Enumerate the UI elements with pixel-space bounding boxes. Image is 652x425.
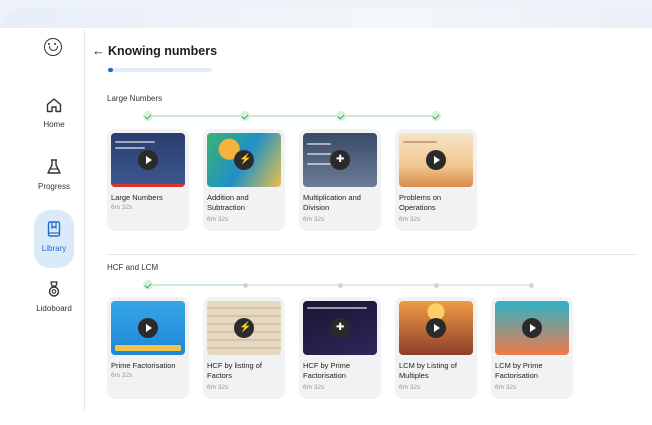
step-todo-dot	[243, 283, 248, 288]
step-done-icon	[143, 111, 153, 121]
play-icon[interactable]	[138, 150, 158, 170]
step-done-icon	[431, 111, 441, 121]
bolt-icon[interactable]	[234, 318, 254, 338]
medal-icon	[48, 281, 60, 297]
lesson-title: Multiplication and Division	[303, 193, 361, 212]
section-title: HCF and LCM	[107, 263, 159, 272]
smiley-icon[interactable]	[44, 38, 62, 56]
lesson-title: Problems on Operations	[399, 193, 442, 212]
lesson-card[interactable]: HCF by listing of Factors 6m 32s	[203, 297, 285, 399]
lesson-title: LCM by Listing of Multiples	[399, 361, 457, 380]
thumb-decoration	[115, 147, 145, 149]
lesson-thumbnail	[111, 301, 185, 355]
thumb-decoration	[307, 163, 331, 165]
step-done-icon	[336, 111, 346, 121]
play-icon[interactable]	[138, 318, 158, 338]
thumb-decoration	[307, 153, 331, 155]
sidebar-item-label: Library	[41, 244, 67, 253]
lesson-thumbnail	[495, 301, 569, 355]
lesson-title: Large Numbers	[111, 193, 163, 202]
section-title: Large Numbers	[107, 94, 163, 103]
sidebar-item-home[interactable]: Home	[34, 96, 74, 152]
lesson-thumbnail	[399, 301, 473, 355]
home-icon	[46, 98, 62, 113]
lesson-thumbnail	[399, 133, 473, 187]
page-title: Knowing numbers	[108, 44, 218, 58]
step-todo-dot	[338, 283, 343, 288]
step-done-icon	[240, 111, 250, 121]
lesson-title: HCF by Prime Factorisation	[303, 361, 351, 380]
lesson-card[interactable]: Multiplication and Division 6m 32s	[299, 129, 381, 231]
lesson-duration: 6m 32s	[111, 372, 133, 379]
lesson-title: Prime Factorisation	[111, 361, 176, 370]
sidebar-item-library[interactable]: Library	[34, 210, 74, 268]
steps-line	[153, 115, 441, 117]
section-divider	[106, 254, 638, 255]
lesson-thumbnail	[303, 301, 377, 355]
lesson-duration: 6m 32s	[207, 216, 229, 223]
lesson-card[interactable]: LCM by Listing of Multiples 6m 32s	[395, 297, 477, 399]
lesson-thumbnail	[303, 133, 377, 187]
sidebar: Home Progress Library Lidoboard	[0, 8, 84, 425]
steps-line-done	[153, 284, 245, 286]
book-icon	[47, 221, 61, 237]
lesson-thumbnail	[207, 133, 281, 187]
lesson-card[interactable]: Prime Factorisation 6m 32s	[107, 297, 189, 399]
lesson-card[interactable]: Addition and Subtraction 6m 32s	[203, 129, 285, 231]
app-window: Home Progress Library Lidoboard ← Knowin…	[0, 8, 652, 425]
lesson-duration: 6m 32s	[399, 384, 421, 391]
back-arrow-icon[interactable]: ←	[92, 43, 105, 58]
lesson-title: Addition and Subtraction	[207, 193, 249, 212]
chapter-progress-bar	[108, 68, 212, 72]
lesson-card[interactable]: HCF by Prime Factorisation 6m 32s	[299, 297, 381, 399]
thumb-decoration	[115, 345, 181, 351]
sidebar-item-progress[interactable]: Progress	[34, 158, 74, 214]
play-icon[interactable]	[426, 150, 446, 170]
thumb-decoration	[115, 141, 155, 143]
step-todo-dot	[434, 283, 439, 288]
lesson-duration: 6m 32s	[303, 216, 325, 223]
lesson-duration: 6m 32s	[399, 216, 421, 223]
thumb-decoration	[307, 143, 331, 145]
section-steps	[143, 111, 448, 121]
lesson-card[interactable]: Large Numbers 6m 32s	[107, 129, 189, 231]
sidebar-divider	[84, 30, 85, 410]
sidebar-item-lidoboard[interactable]: Lidoboard	[34, 280, 74, 336]
sidebar-item-label: Lidoboard	[36, 304, 72, 313]
thumb-decoration	[403, 141, 437, 143]
play-icon[interactable]	[522, 318, 542, 338]
sidebar-item-label: Home	[43, 120, 65, 129]
step-todo-dot	[529, 283, 534, 288]
lesson-thumbnail	[207, 301, 281, 355]
thumb-decoration	[111, 184, 185, 187]
puzzle-icon[interactable]	[330, 150, 350, 170]
bolt-icon[interactable]	[234, 150, 254, 170]
lesson-card[interactable]: LCM by Prime Factorisation 6m 32s	[491, 297, 573, 399]
lesson-duration: 6m 32s	[495, 384, 517, 391]
top-decoration	[0, 8, 652, 28]
lesson-duration: 6m 32s	[111, 204, 133, 211]
play-icon[interactable]	[426, 318, 446, 338]
lesson-card[interactable]: Problems on Operations 6m 32s	[395, 129, 477, 231]
sidebar-item-label: Progress	[37, 182, 70, 191]
lesson-duration: 6m 32s	[207, 384, 229, 391]
lesson-title: HCF by listing of Factors	[207, 361, 263, 380]
lesson-duration: 6m 32s	[303, 384, 325, 391]
lesson-title: LCM by Prime Factorisation	[495, 361, 543, 380]
flask-icon	[47, 159, 61, 174]
step-done-icon	[143, 280, 153, 290]
thumb-decoration	[307, 307, 367, 309]
lesson-thumbnail	[111, 133, 185, 187]
chapter-progress-fill	[108, 68, 114, 72]
section-steps	[143, 280, 548, 290]
puzzle-icon[interactable]	[330, 318, 350, 338]
